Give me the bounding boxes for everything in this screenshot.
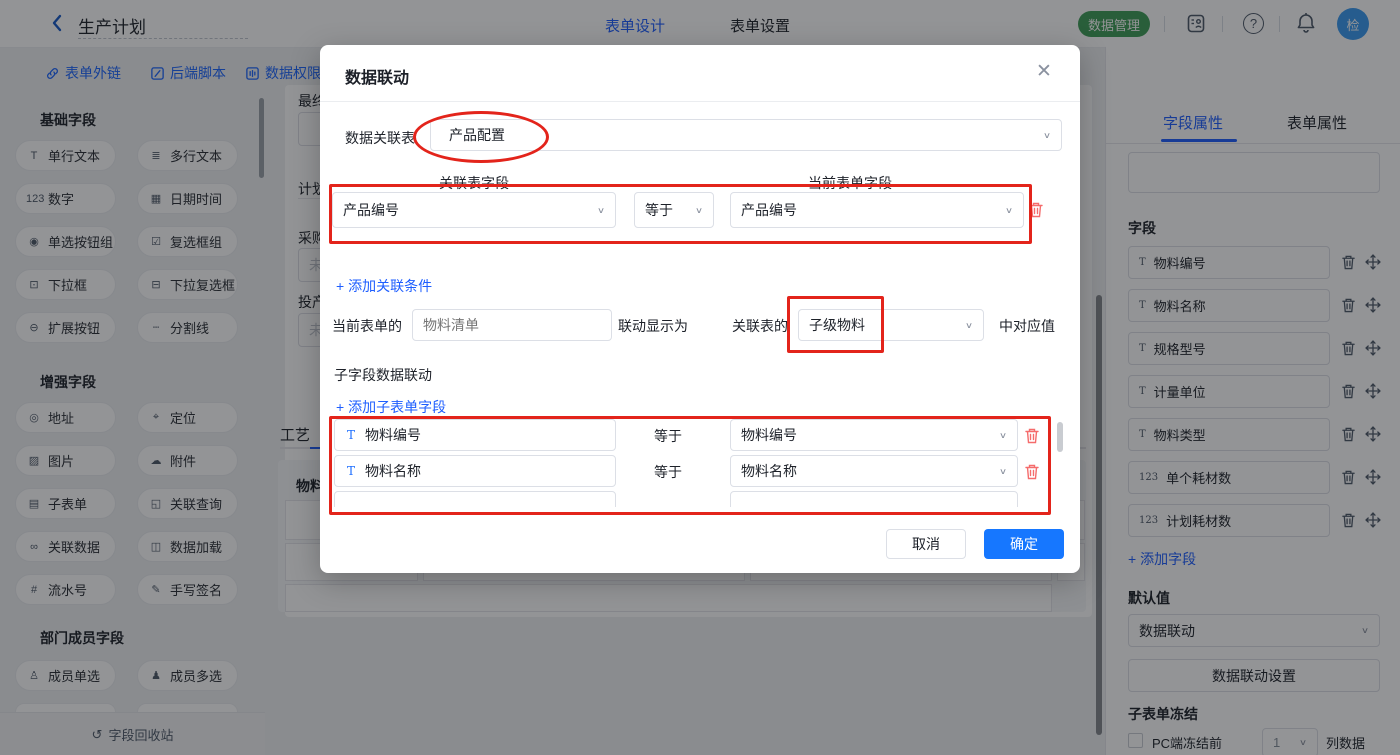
add-condition-link[interactable]: + 添加关联条件 <box>336 276 432 296</box>
condition-right-select[interactable]: 产品编号 ∨ <box>730 192 1024 228</box>
subfield-value-select[interactable]: 物料编号 ∨ <box>730 419 1018 451</box>
app-root: 生产计划 表单设计 表单设置 数据管理 ? 检 表单外链 后端脚本 数据权限 预… <box>0 0 1400 755</box>
subfield-row-clipped <box>730 491 1018 507</box>
condition-operator-select[interactable]: 等于 ∨ <box>634 192 714 228</box>
modal-scrollbar[interactable] <box>1057 422 1063 452</box>
chevron-down-icon: ∨ <box>1043 130 1051 140</box>
delete-subfield-icon[interactable] <box>1024 427 1040 444</box>
linkage-suffix: 中对应值 <box>999 316 1055 336</box>
linkage-middle: 联动显示为 <box>618 316 688 336</box>
modal-title: 数据联动 <box>345 64 409 88</box>
link-table-select[interactable]: 产品配置 ∨ <box>430 119 1062 151</box>
text-field-icon: T <box>347 428 355 442</box>
subfield-operator: 等于 <box>654 426 682 446</box>
subfield-field-chip[interactable]: T 物料编号 <box>334 419 616 451</box>
add-subfield-link[interactable]: + 添加子表单字段 <box>336 397 446 417</box>
confirm-button[interactable]: 确定 <box>984 529 1064 559</box>
subfield-linkage-label: 子字段数据联动 <box>334 365 432 385</box>
chevron-down-icon: ∨ <box>965 320 973 330</box>
chevron-down-icon: ∨ <box>999 466 1007 476</box>
delete-condition-icon[interactable] <box>1028 201 1044 218</box>
related-table-field-header: 关联表字段 <box>332 173 616 193</box>
linkage-target-input[interactable] <box>412 309 612 341</box>
condition-left-select[interactable]: 产品编号 ∨ <box>332 192 616 228</box>
modal-header-divider <box>320 101 1080 102</box>
chevron-down-icon: ∨ <box>1005 205 1013 215</box>
subfield-field-chip[interactable]: T 物料名称 <box>334 455 616 487</box>
linkage-rel: 关联表的 <box>732 316 788 336</box>
subfield-row: T 物料编号 等于 物料编号 ∨ <box>332 419 1044 451</box>
subfield-rows: T 物料编号 等于 物料编号 ∨ T 物料名称 <box>332 419 1044 507</box>
subfield-value-select[interactable]: 物料名称 ∨ <box>730 455 1018 487</box>
chevron-down-icon: ∨ <box>695 205 703 215</box>
delete-subfield-icon[interactable] <box>1024 463 1040 480</box>
close-icon[interactable]: ✕ <box>1036 60 1052 83</box>
subfield-operator: 等于 <box>654 462 682 482</box>
data-linkage-modal: 数据联动 ✕ 数据关联表 产品配置 ∨ 关联表字段 当前表单字段 产品编号 ∨ … <box>320 45 1080 573</box>
subfield-row-clipped <box>334 491 616 507</box>
linkage-prefix: 当前表单的 <box>332 316 402 336</box>
current-form-field-header: 当前表单字段 <box>730 173 970 193</box>
text-field-icon: T <box>347 464 355 478</box>
subfield-row: T 物料名称 等于 物料名称 ∨ <box>332 455 1044 487</box>
cancel-button[interactable]: 取消 <box>886 529 966 559</box>
subfield-name: 物料编号 <box>365 425 421 445</box>
chevron-down-icon: ∨ <box>999 430 1007 440</box>
link-table-label: 数据关联表 <box>345 128 415 148</box>
subfield-name: 物料名称 <box>365 461 421 481</box>
linkage-source-select[interactable]: 子级物料 ∨ <box>798 309 984 341</box>
chevron-down-icon: ∨ <box>597 205 605 215</box>
